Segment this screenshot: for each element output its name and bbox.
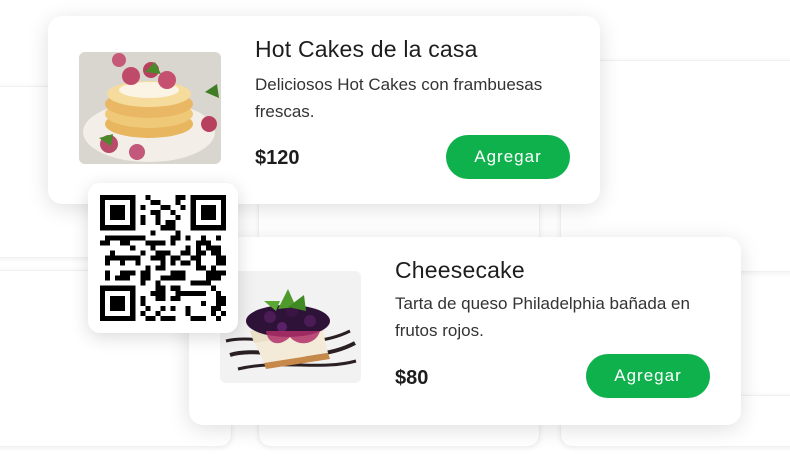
product-price: $120 — [255, 147, 300, 169]
qr-card — [88, 183, 238, 333]
product-description: Deliciosos Hot Cakes con frambuesas fres… — [255, 75, 543, 121]
product-title: Hot Cakes de la casa — [255, 36, 478, 62]
pancakes-image — [79, 52, 221, 164]
product-image — [220, 271, 361, 383]
product-price: $80 — [395, 367, 429, 389]
product-card: Hot Cakes de la casa Deliciosos Hot Cake… — [48, 16, 600, 204]
product-image — [79, 52, 221, 164]
cheesecake-image — [220, 271, 361, 383]
qr-code-icon — [100, 195, 226, 321]
product-card: Cheesecake Tarta de queso Philadelphia b… — [189, 237, 741, 425]
product-description: Tarta de queso Philadelphia bañada en fr… — [395, 294, 690, 340]
product-title: Cheesecake — [395, 257, 525, 283]
add-button[interactable]: Agregar — [446, 135, 570, 179]
add-button[interactable]: Agregar — [586, 354, 710, 398]
